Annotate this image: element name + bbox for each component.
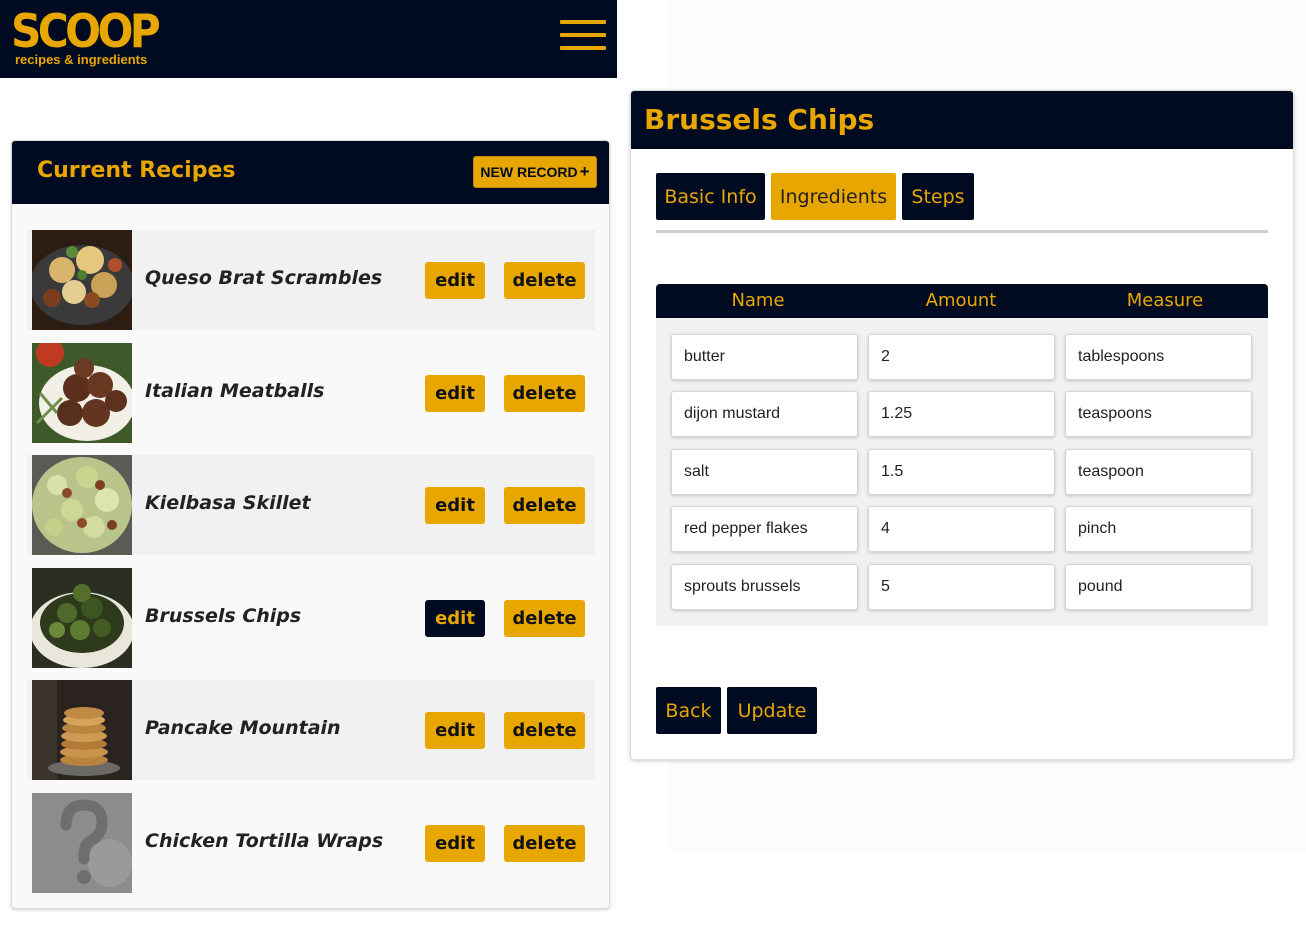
new-record-button[interactable]: NEW RECORD +: [473, 156, 597, 188]
recipe-row: Queso Brat Scrambles edit delete: [27, 230, 595, 330]
logo-wordmark: SCOOP: [11, 4, 161, 58]
edit-button[interactable]: edit: [425, 600, 485, 637]
delete-button[interactable]: delete: [504, 712, 585, 749]
ingredient-amount-field[interactable]: 2: [868, 334, 1055, 380]
ingredient-amount-field[interactable]: 1.25: [868, 391, 1055, 437]
ingredient-measure-field[interactable]: pinch: [1065, 506, 1252, 552]
ingredient-measure-field[interactable]: pound: [1065, 564, 1252, 610]
edit-button[interactable]: edit: [425, 262, 485, 299]
recipes-card: Current Recipes NEW RECORD + Queso Brat: [11, 140, 610, 909]
ingredient-measure-field[interactable]: teaspoons: [1065, 391, 1252, 437]
recipe-row: Kielbasa Skillet edit delete: [27, 455, 595, 555]
hamburger-menu-icon[interactable]: [560, 20, 606, 50]
recipe-name[interactable]: Pancake Mountain: [145, 717, 341, 739]
recipe-name[interactable]: Chicken Tortilla Wraps: [145, 830, 383, 852]
recipe-placeholder-image[interactable]: [32, 793, 132, 893]
ingredient-name-field[interactable]: red pepper flakes: [671, 506, 858, 552]
recipe-thumbnail-italian-meatballs[interactable]: [32, 343, 132, 443]
column-header-amount: Amount: [925, 290, 997, 311]
recipe-thumbnail-pancake-mountain[interactable]: [32, 680, 132, 780]
ingredient-name-field[interactable]: salt: [671, 449, 858, 495]
app-root: SCOOP recipes & ingredients Current Reci…: [0, 0, 1306, 928]
edit-button[interactable]: edit: [425, 825, 485, 862]
ingredient-name-field[interactable]: dijon mustard: [671, 391, 858, 437]
new-record-label: NEW RECORD: [480, 164, 578, 180]
ingredient-measure-field[interactable]: tablespoons: [1065, 334, 1252, 380]
tab-basic-info[interactable]: Basic Info: [656, 173, 765, 220]
edit-button[interactable]: edit: [425, 375, 485, 412]
ingredient-measure-field[interactable]: teaspoon: [1065, 449, 1252, 495]
ingredient-amount-field[interactable]: 5: [868, 564, 1055, 610]
top-bar: SCOOP recipes & ingredients: [0, 0, 617, 78]
recipe-name[interactable]: Brussels Chips: [145, 605, 301, 627]
recipe-name[interactable]: Queso Brat Scrambles: [145, 267, 382, 289]
plus-icon: +: [579, 162, 590, 181]
delete-button[interactable]: delete: [504, 262, 585, 299]
recipe-row: Brussels Chips edit delete: [27, 568, 595, 668]
ingredient-name-field[interactable]: sprouts brussels: [671, 564, 858, 610]
ingredient-name-field[interactable]: butter: [671, 334, 858, 380]
recipe-row: Italian Meatballs edit delete: [27, 343, 595, 443]
recipe-name[interactable]: Kielbasa Skillet: [145, 492, 311, 514]
recipe-thumbnail-kielbasa-skillet[interactable]: [32, 455, 132, 555]
tab-ingredients[interactable]: Ingredients: [771, 173, 896, 220]
recipe-row: Pancake Mountain edit delete: [27, 680, 595, 780]
ingredient-amount-field[interactable]: 4: [868, 506, 1055, 552]
ingredient-amount-field[interactable]: 1.5: [868, 449, 1055, 495]
delete-button[interactable]: delete: [504, 825, 585, 862]
recipe-editor-card: Brussels Chips Basic Info Ingredients St…: [630, 90, 1294, 760]
recipe-row: Chicken Tortilla Wraps edit delete: [27, 793, 595, 893]
recipes-card-header: Current Recipes NEW RECORD +: [12, 141, 609, 204]
back-button[interactable]: Back: [656, 687, 721, 734]
recipes-card-title: Current Recipes: [37, 158, 236, 183]
delete-button[interactable]: delete: [504, 375, 585, 412]
column-header-measure: Measure: [1126, 290, 1204, 311]
tab-divider: [656, 230, 1268, 233]
recipe-editor-title: Brussels Chips: [644, 103, 875, 136]
edit-button[interactable]: edit: [425, 712, 485, 749]
logo[interactable]: SCOOP recipes & ingredients: [11, 8, 170, 67]
ingredients-table: Name Amount Measure butter 2 tablespoons…: [656, 284, 1268, 626]
tab-steps[interactable]: Steps: [902, 173, 974, 220]
recipe-editor-header: Brussels Chips: [631, 91, 1293, 149]
column-header-name: Name: [731, 290, 785, 311]
recipe-thumbnail-brussels-chips[interactable]: [32, 568, 132, 668]
update-button[interactable]: Update: [727, 687, 817, 734]
delete-button[interactable]: delete: [504, 600, 585, 637]
delete-button[interactable]: delete: [504, 487, 585, 524]
recipe-name[interactable]: Italian Meatballs: [145, 380, 324, 402]
edit-button[interactable]: edit: [425, 487, 485, 524]
ingredients-table-header: Name Amount Measure: [656, 284, 1268, 318]
recipe-thumbnail-queso-brat-scrambles[interactable]: [32, 230, 132, 330]
